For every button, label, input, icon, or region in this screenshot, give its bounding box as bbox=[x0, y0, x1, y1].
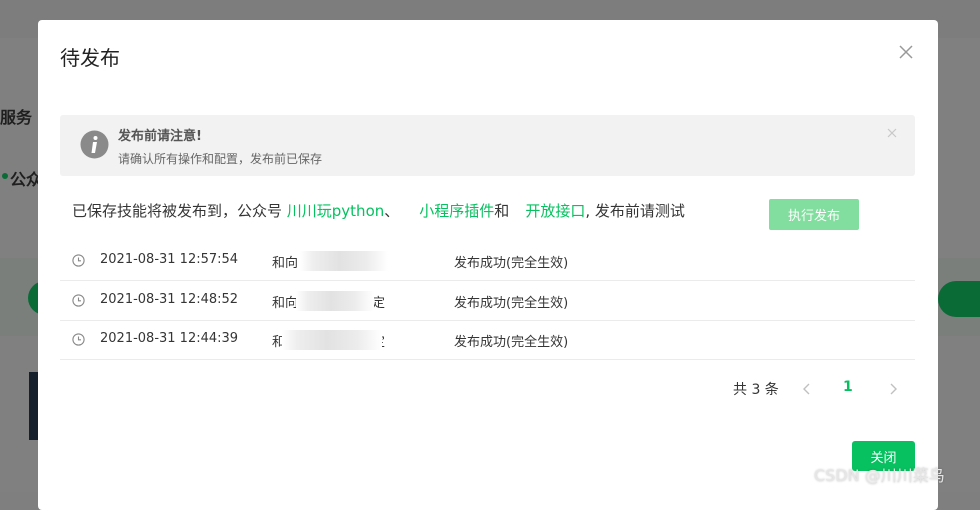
record-time: 2021-08-31 12:44:39 bbox=[100, 331, 239, 346]
open-api-link[interactable]: 开放接口 bbox=[525, 202, 585, 220]
dialog-title: 待发布 bbox=[60, 46, 120, 70]
publish-record-row: 2021-08-31 12:44:39 和约定 发布成功(完全生效) bbox=[60, 320, 915, 360]
redacted-text bbox=[296, 291, 374, 311]
publish-record-row: 2021-08-31 12:57:54 和向约定 发布成功(完全生效) bbox=[60, 241, 915, 281]
publish-record-row: 2021-08-31 12:48:52 和向个约定 发布成功(完全生效) bbox=[60, 281, 915, 321]
alert-title: 发布前请注意! bbox=[118, 129, 202, 144]
close-icon[interactable] bbox=[898, 44, 914, 60]
pagination-total: 共 3 条 bbox=[733, 382, 779, 398]
chevron-left-icon[interactable] bbox=[802, 382, 812, 396]
alert-description: 请确认所有操作和配置，发布前已保存 bbox=[118, 152, 323, 166]
execute-publish-button[interactable]: 执行发布 bbox=[769, 199, 859, 230]
clock-icon bbox=[72, 333, 85, 346]
record-desc-start: 和向 bbox=[272, 256, 299, 271]
notice-alert: 发布前请注意! 请确认所有操作和配置，发布前已保存 bbox=[60, 115, 915, 176]
record-desc-start: 和向 bbox=[272, 296, 299, 311]
background-status-dot bbox=[2, 173, 8, 179]
separator: 、 bbox=[384, 202, 400, 220]
background-button-right bbox=[938, 281, 980, 317]
clock-icon bbox=[72, 254, 85, 267]
redacted-text bbox=[282, 330, 382, 350]
watermark: CSDN @川川菜鸟 bbox=[814, 466, 945, 485]
record-time: 2021-08-31 12:57:54 bbox=[100, 252, 239, 267]
redacted-text bbox=[300, 251, 388, 271]
clock-icon bbox=[72, 294, 85, 307]
publish-dialog: 待发布 发布前请注意! 请确认所有操作和配置，发布前已保存 已保存技能将被发布到… bbox=[38, 20, 938, 510]
record-time: 2021-08-31 12:48:52 bbox=[100, 292, 239, 307]
mini-program-plugin-link[interactable]: 小程序插件 bbox=[419, 202, 494, 220]
pagination-page-1[interactable]: 1 bbox=[843, 379, 853, 395]
publish-description: 已保存技能将被发布到，公众号 川川玩python、 小程序插件和 开放接口, 发布前… bbox=[72, 200, 685, 221]
record-status: 发布成功(完全生效) bbox=[454, 296, 569, 311]
chevron-right-icon[interactable] bbox=[888, 382, 898, 396]
info-icon bbox=[80, 130, 109, 159]
record-status: 发布成功(完全生效) bbox=[454, 335, 569, 350]
conjunction: 和 bbox=[494, 202, 510, 220]
background-section-label: 服务 bbox=[0, 108, 33, 127]
description-suffix: , 发布前请测试 bbox=[585, 202, 685, 220]
alert-close-icon[interactable] bbox=[887, 128, 897, 138]
account-name: 川川玩python bbox=[286, 202, 385, 220]
description-prefix: 已保存技能将被发布到，公众号 bbox=[72, 202, 287, 220]
record-status: 发布成功(完全生效) bbox=[454, 256, 569, 271]
